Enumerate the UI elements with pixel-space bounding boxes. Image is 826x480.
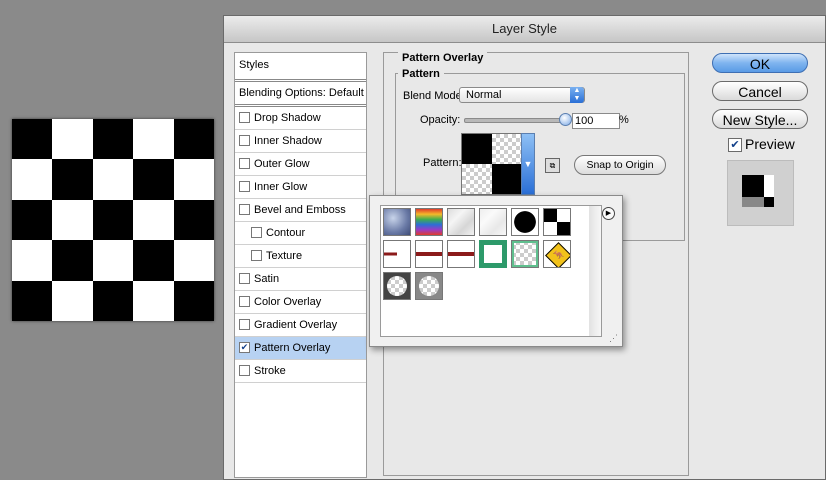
- new-preset-icon[interactable]: ⧉: [545, 158, 560, 173]
- style-checkbox[interactable]: [251, 249, 262, 261]
- style-checkbox[interactable]: [239, 364, 250, 376]
- style-preview-thumbnail: [727, 160, 794, 226]
- blend-mode-value: Normal: [466, 89, 502, 101]
- styles-item-pattern-overlay[interactable]: ✔ Pattern Overlay: [235, 337, 366, 360]
- styles-item-bevel-and-emboss[interactable]: Bevel and Emboss: [235, 199, 366, 222]
- pattern-overlay-title: Pattern Overlay: [398, 52, 488, 64]
- style-checkbox[interactable]: [239, 157, 250, 169]
- style-label: Inner Shadow: [254, 135, 322, 147]
- pattern-tile-circle-light[interactable]: [415, 272, 443, 300]
- styles-item-drop-shadow[interactable]: Drop Shadow: [235, 107, 366, 130]
- style-label: Drop Shadow: [254, 112, 321, 124]
- cancel-button[interactable]: Cancel: [712, 81, 808, 101]
- preview-label: Preview: [745, 136, 795, 152]
- style-label: Satin: [254, 273, 280, 285]
- snap-to-origin-button[interactable]: Snap to Origin: [574, 155, 666, 175]
- styles-item-satin[interactable]: Satin: [235, 268, 366, 291]
- opacity-slider-track[interactable]: [464, 118, 566, 123]
- pattern-tile-black-circle[interactable]: [511, 208, 539, 236]
- pattern-tile-tie-dye[interactable]: [415, 208, 443, 236]
- pattern-label: Pattern:: [423, 157, 462, 169]
- preview-checkbox-row[interactable]: ✔ Preview: [728, 136, 795, 153]
- pattern-tile-gray-granite[interactable]: [447, 208, 475, 236]
- pattern-tile-green-frame[interactable]: [479, 240, 507, 268]
- blending-options-item[interactable]: Blending Options: Default: [235, 82, 366, 107]
- style-label: Contour: [266, 227, 306, 239]
- swatch-quadrant-transparent: [492, 134, 522, 164]
- opacity-unit: %: [619, 114, 629, 126]
- styles-item-gradient-overlay[interactable]: Gradient Overlay: [235, 314, 366, 337]
- pattern-picker-scrollbar[interactable]: [589, 205, 602, 337]
- style-checkbox[interactable]: [239, 111, 250, 123]
- preview-pattern: [742, 175, 774, 207]
- style-label: Outer Glow: [254, 158, 310, 170]
- style-label: Bevel and Emboss: [254, 204, 346, 216]
- blend-mode-select[interactable]: Normal ▲ ▼: [459, 87, 585, 103]
- style-label: Gradient Overlay: [254, 319, 338, 331]
- styles-item-color-overlay[interactable]: Color Overlay: [235, 291, 366, 314]
- styles-item-texture[interactable]: Texture: [235, 245, 366, 268]
- pattern-tile-green-frame-checker[interactable]: [511, 240, 539, 268]
- styles-item-inner-shadow[interactable]: Inner Shadow: [235, 130, 366, 153]
- style-label: Pattern Overlay: [254, 342, 331, 354]
- styles-list-panel: Styles Blending Options: Default Drop Sh…: [234, 52, 367, 478]
- styles-item-stroke[interactable]: Stroke: [235, 360, 366, 383]
- style-label: Color Overlay: [254, 296, 322, 308]
- style-label: Inner Glow: [254, 181, 308, 193]
- styles-list-header[interactable]: Styles: [235, 53, 366, 82]
- pattern-subgroup-title: Pattern: [398, 68, 444, 80]
- pattern-tile-gray-granite-light[interactable]: [479, 208, 507, 236]
- pattern-tile-red-line-short[interactable]: [383, 240, 411, 268]
- pattern-picker-popup: 🦘 ▶ ⋰: [369, 195, 623, 347]
- pattern-tile-red-line-long[interactable]: [447, 240, 475, 268]
- pattern-tile-red-line-medium[interactable]: [415, 240, 443, 268]
- style-checkbox[interactable]: [239, 295, 250, 307]
- picker-menu-icon[interactable]: ▶: [602, 207, 615, 220]
- preview-checkbox[interactable]: ✔: [728, 138, 742, 153]
- new-style-button[interactable]: New Style...: [712, 109, 808, 129]
- pattern-picker-arrow-icon[interactable]: ▼: [521, 133, 535, 195]
- ok-button[interactable]: OK: [712, 53, 808, 73]
- swatch-quadrant-black: [492, 164, 522, 194]
- select-arrows-icon: ▲ ▼: [570, 87, 584, 103]
- style-checkbox[interactable]: [239, 134, 250, 146]
- style-checkbox[interactable]: [239, 318, 250, 330]
- document-checkerboard-image: [12, 119, 214, 321]
- style-checkbox[interactable]: [251, 226, 262, 238]
- style-label: Stroke: [254, 365, 286, 377]
- styles-item-inner-glow[interactable]: Inner Glow: [235, 176, 366, 199]
- swatch-quadrant-black: [462, 134, 492, 164]
- pattern-tile-bubbles[interactable]: [383, 208, 411, 236]
- swatch-quadrant-transparent: [462, 164, 492, 194]
- styles-item-outer-glow[interactable]: Outer Glow: [235, 153, 366, 176]
- pattern-picker-list: 🦘: [380, 205, 591, 337]
- style-checkbox[interactable]: [239, 272, 250, 284]
- style-label: Texture: [266, 250, 303, 262]
- opacity-slider-knob[interactable]: [559, 113, 572, 126]
- opacity-label: Opacity:: [420, 114, 461, 126]
- styles-item-contour[interactable]: Contour: [235, 222, 366, 245]
- style-checkbox[interactable]: [239, 180, 250, 192]
- pattern-tile-circle-dark[interactable]: [383, 272, 411, 300]
- blend-mode-label: Blend Mode:: [403, 90, 465, 102]
- style-checkbox[interactable]: [239, 203, 250, 215]
- pattern-swatch[interactable]: [461, 133, 523, 195]
- resize-grip-icon[interactable]: ⋰: [609, 333, 619, 343]
- style-checkbox[interactable]: ✔: [239, 341, 250, 353]
- pattern-tile-kangaroo-sign[interactable]: 🦘: [543, 240, 571, 268]
- opacity-input[interactable]: 100: [572, 113, 620, 129]
- dialog-title: Layer Style: [224, 16, 825, 43]
- pattern-tile-checkerboard[interactable]: [543, 208, 571, 236]
